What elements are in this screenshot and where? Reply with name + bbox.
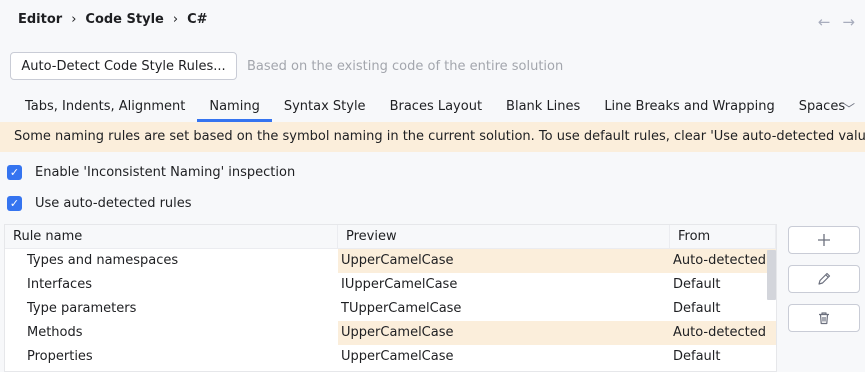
rule-name-cell: Methods [27, 325, 83, 340]
breadcrumb-editor[interactable]: Editor [18, 12, 62, 27]
preview-cell: UpperCamelCase [341, 349, 454, 364]
table-body: Types and namespaces UpperCamelCase Auto-d… [5, 249, 776, 369]
breadcrumb-csharp: C# [187, 12, 208, 27]
naming-rules-table: Rule name Preview From Types and namespa… [4, 224, 777, 372]
forward-arrow-icon[interactable]: → [842, 14, 855, 30]
from-cell: Auto-detected [670, 321, 776, 345]
edit-rule-button[interactable] [788, 265, 860, 293]
breadcrumb-code-style[interactable]: Code Style [85, 12, 163, 27]
plus-icon [818, 234, 830, 246]
from-cell: Default [673, 301, 721, 316]
tab-braces-layout[interactable]: Braces Layout [378, 92, 494, 122]
table-row[interactable]: Methods UpperCamelCase Auto-detected [5, 321, 776, 345]
info-banner: Some naming rules are set based on the s… [0, 122, 865, 152]
from-cell: Auto-detected [670, 249, 776, 273]
breadcrumb-separator-icon: › [172, 12, 179, 27]
chevron-down-icon[interactable]: ﹀ [843, 100, 855, 117]
pencil-icon [818, 272, 831, 285]
auto-detect-hint: Based on the existing code of the entire… [247, 59, 564, 74]
breadcrumb: Editor › Code Style › C# [18, 12, 208, 27]
table-row[interactable]: Types and namespaces UpperCamelCase Auto-d… [5, 249, 776, 273]
add-rule-button[interactable] [788, 226, 860, 254]
inconsistent-naming-row[interactable]: ✓ Enable 'Inconsistent Naming' inspectio… [7, 165, 295, 180]
tab-blank-lines[interactable]: Blank Lines [494, 92, 592, 122]
rule-name-cell: Types and namespaces [27, 253, 179, 268]
trash-icon [819, 312, 829, 325]
table-row[interactable]: Type parameters TUpperCamelCase Default [5, 297, 776, 321]
tab-bar: Tabs, Indents, Alignment Naming Syntax S… [0, 92, 865, 122]
preview-cell: IUpperCamelCase [341, 277, 458, 292]
rule-name-cell: Properties [27, 349, 93, 364]
preview-cell: UpperCamelCase [338, 321, 670, 345]
history-navigation: ← → [818, 14, 855, 30]
column-header-preview[interactable]: Preview [338, 225, 670, 248]
preview-cell: UpperCamelCase [338, 249, 670, 273]
table-row[interactable]: Interfaces IUpperCamelCase Default [5, 273, 776, 297]
column-header-rule-name[interactable]: Rule name [5, 225, 338, 248]
auto-detected-rules-row[interactable]: ✓ Use auto-detected rules [7, 196, 192, 211]
rule-name-cell: Interfaces [27, 277, 92, 292]
tab-line-breaks-wrapping[interactable]: Line Breaks and Wrapping [592, 92, 786, 122]
table-row[interactable]: Properties UpperCamelCase Default [5, 345, 776, 369]
back-arrow-icon[interactable]: ← [818, 14, 831, 30]
tab-tabs-indents-alignment[interactable]: Tabs, Indents, Alignment [0, 92, 197, 122]
delete-rule-button[interactable] [788, 304, 860, 332]
column-header-from[interactable]: From [670, 225, 776, 248]
from-cell: Default [673, 277, 721, 292]
table-scrollbar[interactable] [767, 250, 776, 300]
from-cell: Default [673, 349, 721, 364]
auto-detected-rules-checkbox[interactable]: ✓ [7, 196, 22, 211]
tab-naming[interactable]: Naming [197, 92, 273, 122]
auto-detected-rules-label: Use auto-detected rules [35, 196, 192, 211]
rule-name-cell: Type parameters [27, 301, 137, 316]
inconsistent-naming-checkbox[interactable]: ✓ [7, 165, 22, 180]
breadcrumb-separator-icon: › [71, 12, 77, 27]
auto-detect-button[interactable]: Auto-Detect Code Style Rules... [10, 52, 237, 80]
inconsistent-naming-label: Enable 'Inconsistent Naming' inspection [35, 165, 296, 180]
tab-syntax-style[interactable]: Syntax Style [272, 92, 378, 122]
table-header: Rule name Preview From [5, 225, 776, 249]
preview-cell: TUpperCamelCase [341, 301, 462, 316]
